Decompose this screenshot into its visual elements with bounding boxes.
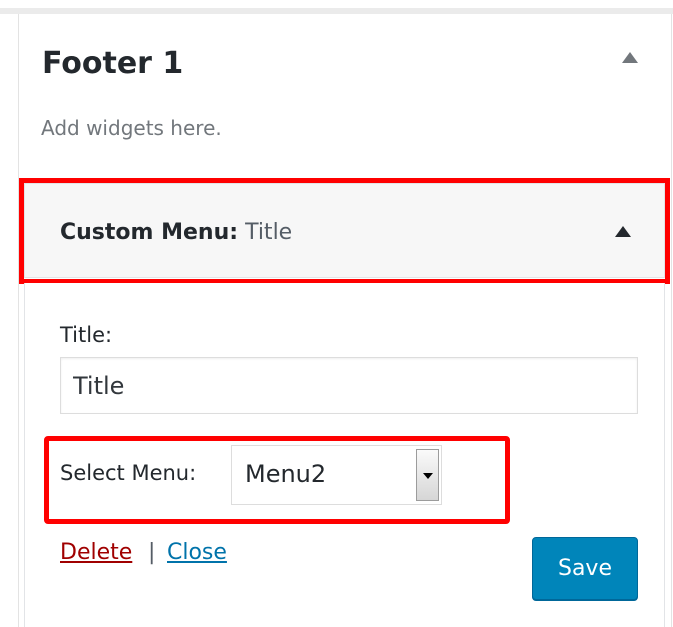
widget-name: Custom Menu: bbox=[60, 220, 239, 245]
save-button[interactable]: Save bbox=[532, 537, 638, 600]
sidebar-description: Add widgets here. bbox=[41, 116, 222, 140]
widget-in-title: Title bbox=[245, 220, 293, 245]
title-input[interactable] bbox=[60, 357, 638, 414]
widget-collapse-arrow-up-icon[interactable] bbox=[615, 226, 631, 237]
chevron-down-icon bbox=[423, 473, 433, 479]
action-separator: | bbox=[148, 540, 156, 565]
select-menu-label: Select Menu: bbox=[60, 461, 197, 485]
close-link[interactable]: Close bbox=[167, 540, 227, 565]
widget-title[interactable]: Custom Menu: Title bbox=[60, 220, 292, 245]
delete-link[interactable]: Delete bbox=[60, 540, 132, 565]
sidebar-collapse-arrow-up-icon[interactable] bbox=[622, 52, 638, 63]
sidebar-title: Footer 1 bbox=[42, 46, 184, 81]
title-field-label: Title: bbox=[60, 323, 113, 347]
select-menu-value: Menu2 bbox=[245, 460, 327, 488]
